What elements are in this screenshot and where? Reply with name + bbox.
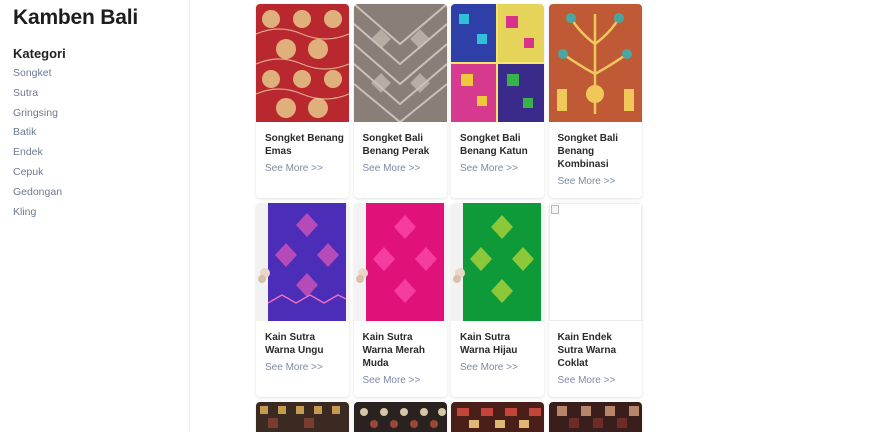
product-card[interactable] — [256, 402, 349, 432]
product-image-songket-gold[interactable] — [256, 4, 349, 122]
product-title[interactable]: Songket Bali Benang Kombinasi — [558, 132, 638, 171]
category-item-gedongan[interactable]: Gedongan — [13, 185, 62, 205]
category-item-gringsing[interactable]: Gringsing — [13, 106, 62, 126]
see-more-link[interactable]: See More >> — [265, 362, 323, 374]
product-image[interactable] — [353, 402, 447, 432]
see-more-link[interactable]: See More >> — [558, 375, 616, 387]
see-more-link[interactable]: See More >> — [558, 176, 616, 188]
product-card[interactable] — [451, 402, 544, 432]
product-title[interactable]: Kain Sutra Warna Ungu — [265, 331, 345, 357]
see-more-link[interactable]: See More >> — [363, 163, 421, 175]
product-title[interactable]: Songket Benang Emas — [265, 132, 345, 158]
product-image-silk-green[interactable] — [451, 203, 544, 321]
product-image-silk-pink[interactable] — [353, 203, 447, 321]
see-more-link[interactable]: See More >> — [460, 163, 518, 175]
product-title[interactable]: Kain Endek Sutra Warna Coklat — [558, 331, 638, 370]
see-more-link[interactable]: See More >> — [460, 362, 518, 374]
site-title[interactable]: Kamben Bali — [13, 6, 138, 30]
category-item-batik[interactable]: Batik — [13, 125, 62, 145]
product-title[interactable]: Songket Bali Benang Katun — [460, 132, 540, 158]
product-card[interactable]: Kain Endek Sutra Warna Coklat See More >… — [548, 203, 642, 397]
product-title[interactable]: Songket Bali Benang Perak — [363, 132, 443, 158]
product-card[interactable] — [353, 402, 447, 432]
product-card[interactable]: Kain Sutra Warna Merah Muda See More >> — [353, 203, 447, 397]
product-card[interactable] — [548, 402, 642, 432]
product-card[interactable]: Songket Bali Benang Katun See More >> — [451, 4, 544, 198]
see-more-link[interactable]: See More >> — [265, 163, 323, 175]
product-image[interactable] — [256, 402, 349, 432]
category-heading: Kategori — [13, 46, 66, 61]
category-item-endek[interactable]: Endek — [13, 145, 62, 165]
product-image[interactable] — [548, 402, 642, 432]
category-item-cepuk[interactable]: Cepuk — [13, 165, 62, 185]
broken-image-icon — [550, 205, 559, 214]
product-image-songket-combination[interactable] — [548, 4, 642, 122]
product-card[interactable]: Songket Bali Benang Kombinasi See More >… — [548, 4, 642, 198]
product-image-broken[interactable] — [548, 203, 642, 321]
product-image-songket-cotton[interactable] — [451, 4, 544, 122]
category-list: Songket Sutra Gringsing Batik Endek Cepu… — [13, 66, 62, 224]
sidebar: Kamben Bali Kategori Songket Sutra Gring… — [0, 0, 190, 432]
product-image[interactable] — [451, 402, 544, 432]
category-item-songket[interactable]: Songket — [13, 66, 62, 86]
product-card[interactable]: Songket Bali Benang Perak See More >> — [353, 4, 447, 198]
product-image-silk-purple[interactable] — [256, 203, 349, 321]
category-item-sutra[interactable]: Sutra — [13, 86, 62, 106]
category-item-kling[interactable]: Kling — [13, 205, 62, 225]
product-title[interactable]: Kain Sutra Warna Merah Muda — [363, 331, 443, 370]
product-card[interactable]: Songket Benang Emas See More >> — [256, 4, 349, 198]
see-more-link[interactable]: See More >> — [363, 375, 421, 387]
product-card[interactable]: Kain Sutra Warna Ungu See More >> — [256, 203, 349, 397]
product-image-songket-silver[interactable] — [353, 4, 447, 122]
product-card[interactable]: Kain Sutra Warna Hijau See More >> — [451, 203, 544, 397]
product-title[interactable]: Kain Sutra Warna Hijau — [460, 331, 540, 357]
